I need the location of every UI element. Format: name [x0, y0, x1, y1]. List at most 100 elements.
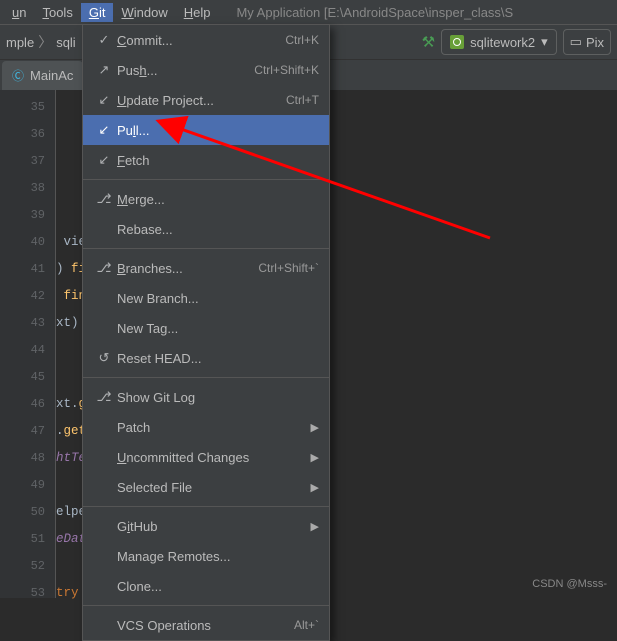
config-name: sqlitework2: [470, 35, 535, 50]
menu-item-21[interactable]: Clone...: [83, 571, 329, 601]
chevron-down-icon: ▾: [541, 34, 548, 50]
submenu-arrow-icon: ▶: [311, 520, 319, 533]
line-number: 53: [0, 580, 45, 607]
menu-label: Merge...: [115, 192, 319, 207]
line-number: 41: [0, 256, 45, 283]
file-tab-label: MainAc: [30, 68, 73, 83]
menu-label: Update Project...: [115, 93, 286, 108]
menu-separator: [83, 506, 329, 507]
tab-mainactivity[interactable]: Ⓒ MainAc: [2, 61, 83, 90]
menu-shortcut: Ctrl+Shift+`: [258, 261, 319, 275]
breadcrumb[interactable]: mple〉sqli: [0, 32, 78, 52]
line-number: 36: [0, 121, 45, 148]
menu-item-14[interactable]: ⎇Show Git Log: [83, 382, 329, 412]
menu-icon: ↙: [93, 122, 115, 138]
menu-item-2[interactable]: ↙Update Project...Ctrl+T: [83, 85, 329, 115]
menu-separator: [83, 605, 329, 606]
menu-icon: ⎇: [93, 191, 115, 207]
line-number: 38: [0, 175, 45, 202]
line-number: 46: [0, 391, 45, 418]
submenu-arrow-icon: ▶: [311, 451, 319, 464]
menu-shortcut: Alt+`: [294, 618, 319, 632]
menu-item-23[interactable]: VCS OperationsAlt+`: [83, 610, 329, 640]
run-config-selector[interactable]: sqlitework2 ▾: [441, 29, 557, 55]
menu-label: Clone...: [115, 579, 319, 594]
menu-item-6[interactable]: ⎇Merge...: [83, 184, 329, 214]
line-number: 50: [0, 499, 45, 526]
android-icon: [450, 35, 464, 49]
menu-label: VCS Operations: [115, 618, 294, 633]
line-number: 37: [0, 148, 45, 175]
menu-shortcut: Ctrl+Shift+K: [254, 63, 319, 77]
line-number: 39: [0, 202, 45, 229]
menu-item-4[interactable]: ↙Fetch: [83, 145, 329, 175]
menu-icon: ✓: [93, 32, 115, 48]
line-number: 52: [0, 553, 45, 580]
menu-label: Manage Remotes...: [115, 549, 319, 564]
line-number: 47: [0, 418, 45, 445]
line-number: 42: [0, 283, 45, 310]
line-number: 40: [0, 229, 45, 256]
menu-item-1[interactable]: ↗Push...Ctrl+Shift+K: [83, 55, 329, 85]
menu-item-15[interactable]: Patch ▶: [83, 412, 329, 442]
menu-separator: [83, 179, 329, 180]
menu-item-10[interactable]: New Branch...: [83, 283, 329, 313]
menu-item-7[interactable]: Rebase...: [83, 214, 329, 244]
menu-icon: ↺: [93, 350, 115, 366]
menu-item-9[interactable]: ⎇Branches...Ctrl+Shift+`: [83, 253, 329, 283]
line-number: 51: [0, 526, 45, 553]
menu-label: Patch: [115, 420, 307, 435]
gutter: 35363738394041424344454647484950515253: [0, 90, 56, 598]
class-icon: Ⓒ: [12, 67, 24, 84]
menu-label: Fetch: [115, 153, 319, 168]
menu-icon: ↙: [93, 92, 115, 108]
menu-separator: [83, 377, 329, 378]
phone-icon: ▭: [570, 34, 582, 50]
watermark: CSDN @Msss-: [532, 578, 607, 590]
menu-item-12[interactable]: ↺Reset HEAD...: [83, 343, 329, 373]
menu-label: Selected File: [115, 480, 307, 495]
menu-run[interactable]: un: [4, 3, 34, 22]
submenu-arrow-icon: ▶: [311, 481, 319, 494]
menubar: un Tools Git Window Help My Application …: [0, 0, 617, 25]
menu-help[interactable]: Help: [176, 3, 219, 22]
window-title: My Application [E:\AndroidSpace\insper_c…: [236, 5, 513, 20]
menu-git[interactable]: Git: [81, 3, 114, 22]
menu-item-16[interactable]: Uncommitted Changes ▶: [83, 442, 329, 472]
menu-shortcut: Ctrl+T: [286, 93, 319, 107]
menu-shortcut: Ctrl+K: [285, 33, 319, 47]
menu-label: Reset HEAD...: [115, 351, 319, 366]
menu-label: Show Git Log: [115, 390, 319, 405]
menu-label: New Tag...: [115, 321, 319, 336]
line-number: 48: [0, 445, 45, 472]
menu-separator: [83, 248, 329, 249]
menu-label: Commit...: [115, 33, 285, 48]
line-number: 49: [0, 472, 45, 499]
menu-item-19[interactable]: GitHub ▶: [83, 511, 329, 541]
menu-label: Push...: [115, 63, 254, 78]
menu-label: GitHub: [115, 519, 307, 534]
submenu-arrow-icon: ▶: [311, 421, 319, 434]
git-menu-dropdown: ✓Commit...Ctrl+K↗Push...Ctrl+Shift+K↙Upd…: [82, 24, 330, 641]
line-number: 44: [0, 337, 45, 364]
pixel-button[interactable]: ▭ Pix: [563, 29, 611, 55]
menu-icon: ↗: [93, 62, 115, 78]
menu-label: Branches...: [115, 261, 258, 276]
menu-label: Rebase...: [115, 222, 319, 237]
menu-label: Pull...: [115, 123, 319, 138]
line-number: 43: [0, 310, 45, 337]
line-number: 45: [0, 364, 45, 391]
menu-item-17[interactable]: Selected File ▶: [83, 472, 329, 502]
menu-icon: ⎇: [93, 260, 115, 276]
menu-label: New Branch...: [115, 291, 319, 306]
menu-label: Uncommitted Changes: [115, 450, 307, 465]
menu-window[interactable]: Window: [113, 3, 175, 22]
menu-item-3[interactable]: ↙Pull...: [83, 115, 329, 145]
line-number: 35: [0, 94, 45, 121]
menu-item-20[interactable]: Manage Remotes...: [83, 541, 329, 571]
menu-item-11[interactable]: New Tag...: [83, 313, 329, 343]
menu-tools[interactable]: Tools: [34, 3, 80, 22]
build-icon[interactable]: ⚒: [422, 33, 435, 51]
menu-icon: ⎇: [93, 389, 115, 405]
menu-item-0[interactable]: ✓Commit...Ctrl+K: [83, 25, 329, 55]
